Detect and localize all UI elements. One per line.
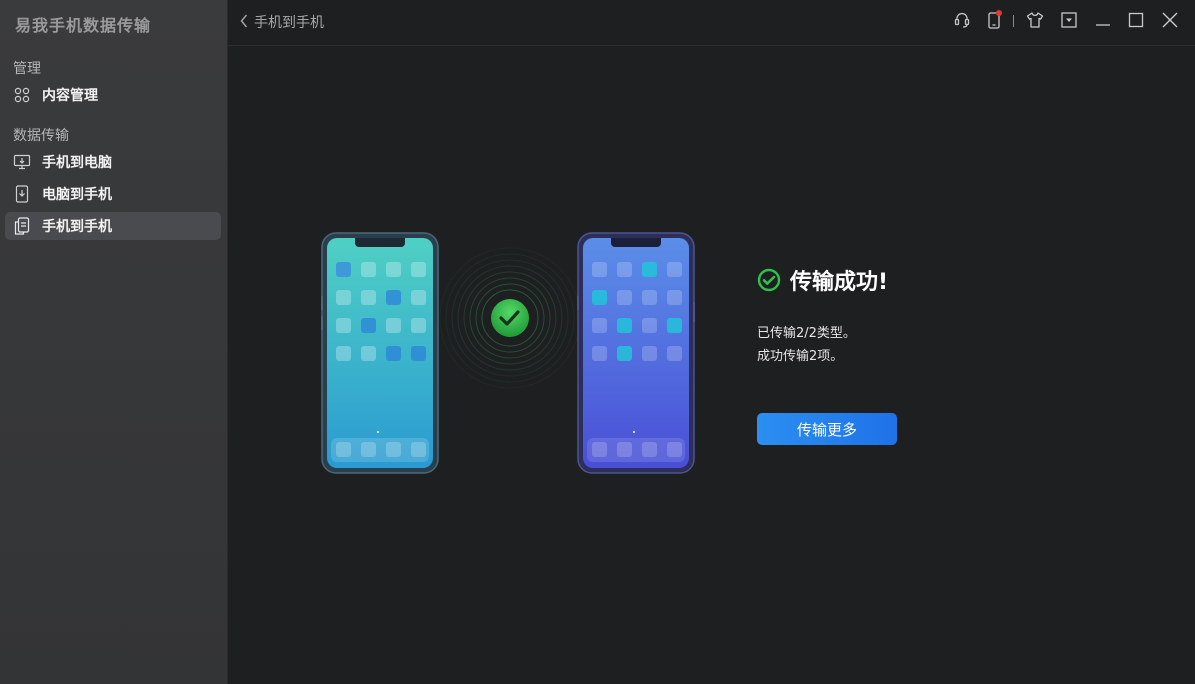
maximize-icon xyxy=(1127,11,1145,33)
chevron-left-icon xyxy=(240,13,248,32)
menu-icon xyxy=(1060,11,1078,33)
sidebar-item-label: 手机到手机 xyxy=(42,219,112,235)
result-title-text: 传输成功! xyxy=(790,270,889,295)
app-window: 易我手机数据传输 管理 内容管理 数据传输 手机到电脑 电脑到手机 手机到手机 xyxy=(0,0,1195,684)
maximize-button[interactable] xyxy=(1125,11,1147,33)
minimize-button[interactable] xyxy=(1092,11,1114,33)
transfer-result-area: 传输成功! 已传输2/2类型。 成功传输2项。 传输更多 xyxy=(228,46,1195,684)
phone-to-phone-icon xyxy=(13,217,31,235)
sidebar: 易我手机数据传输 管理 内容管理 数据传输 手机到电脑 电脑到手机 手机到手机 xyxy=(0,0,228,684)
target-phone-illustration xyxy=(577,232,695,474)
sidebar-item-content-manage[interactable]: 内容管理 xyxy=(5,81,221,109)
breadcrumb-title: 手机到手机 xyxy=(254,15,324,31)
support-icon xyxy=(953,11,971,33)
sidebar-item-phone-to-phone[interactable]: 手机到手机 xyxy=(5,212,221,240)
device-button[interactable] xyxy=(983,10,1005,34)
skin-icon xyxy=(1026,11,1044,33)
skin-button[interactable] xyxy=(1024,11,1046,33)
sidebar-item-phone-to-pc[interactable]: 手机到电脑 xyxy=(5,148,221,176)
result-items-text: 成功传输2项。 xyxy=(757,349,844,364)
support-button[interactable] xyxy=(951,11,973,33)
success-check-icon xyxy=(491,299,529,337)
close-button[interactable] xyxy=(1159,11,1181,33)
device-icon xyxy=(985,10,1003,34)
sidebar-item-pc-to-phone[interactable]: 电脑到手机 xyxy=(5,180,221,208)
main-panel: 手机到手机 传输成功! 已传输2/2类型。 成功传输2项。 传输更多 xyxy=(228,0,1195,684)
transfer-wave-graphic xyxy=(439,247,581,389)
sidebar-item-label: 内容管理 xyxy=(42,88,98,104)
minimize-icon xyxy=(1094,11,1112,33)
source-phone-illustration xyxy=(321,232,439,474)
toolbar-divider xyxy=(1013,15,1014,27)
app-title: 易我手机数据传输 xyxy=(15,16,152,35)
sidebar-item-label: 电脑到手机 xyxy=(42,187,112,203)
pc-to-phone-icon xyxy=(13,185,31,203)
close-icon xyxy=(1161,11,1179,33)
phone-to-pc-icon xyxy=(13,153,31,171)
transfer-more-button[interactable]: 传输更多 xyxy=(757,413,897,445)
sidebar-item-label: 手机到电脑 xyxy=(42,155,112,171)
success-check-circle-icon xyxy=(757,268,781,292)
menu-button[interactable] xyxy=(1058,11,1080,33)
back-button[interactable]: 手机到手机 xyxy=(240,12,324,32)
section-label-manage: 管理 xyxy=(13,61,41,77)
grid-icon xyxy=(13,86,31,104)
section-label-transfer: 数据传输 xyxy=(13,128,69,144)
result-types-text: 已传输2/2类型。 xyxy=(757,326,856,341)
title-bar: 手机到手机 xyxy=(228,0,1195,46)
result-title: 传输成功! xyxy=(757,264,888,296)
